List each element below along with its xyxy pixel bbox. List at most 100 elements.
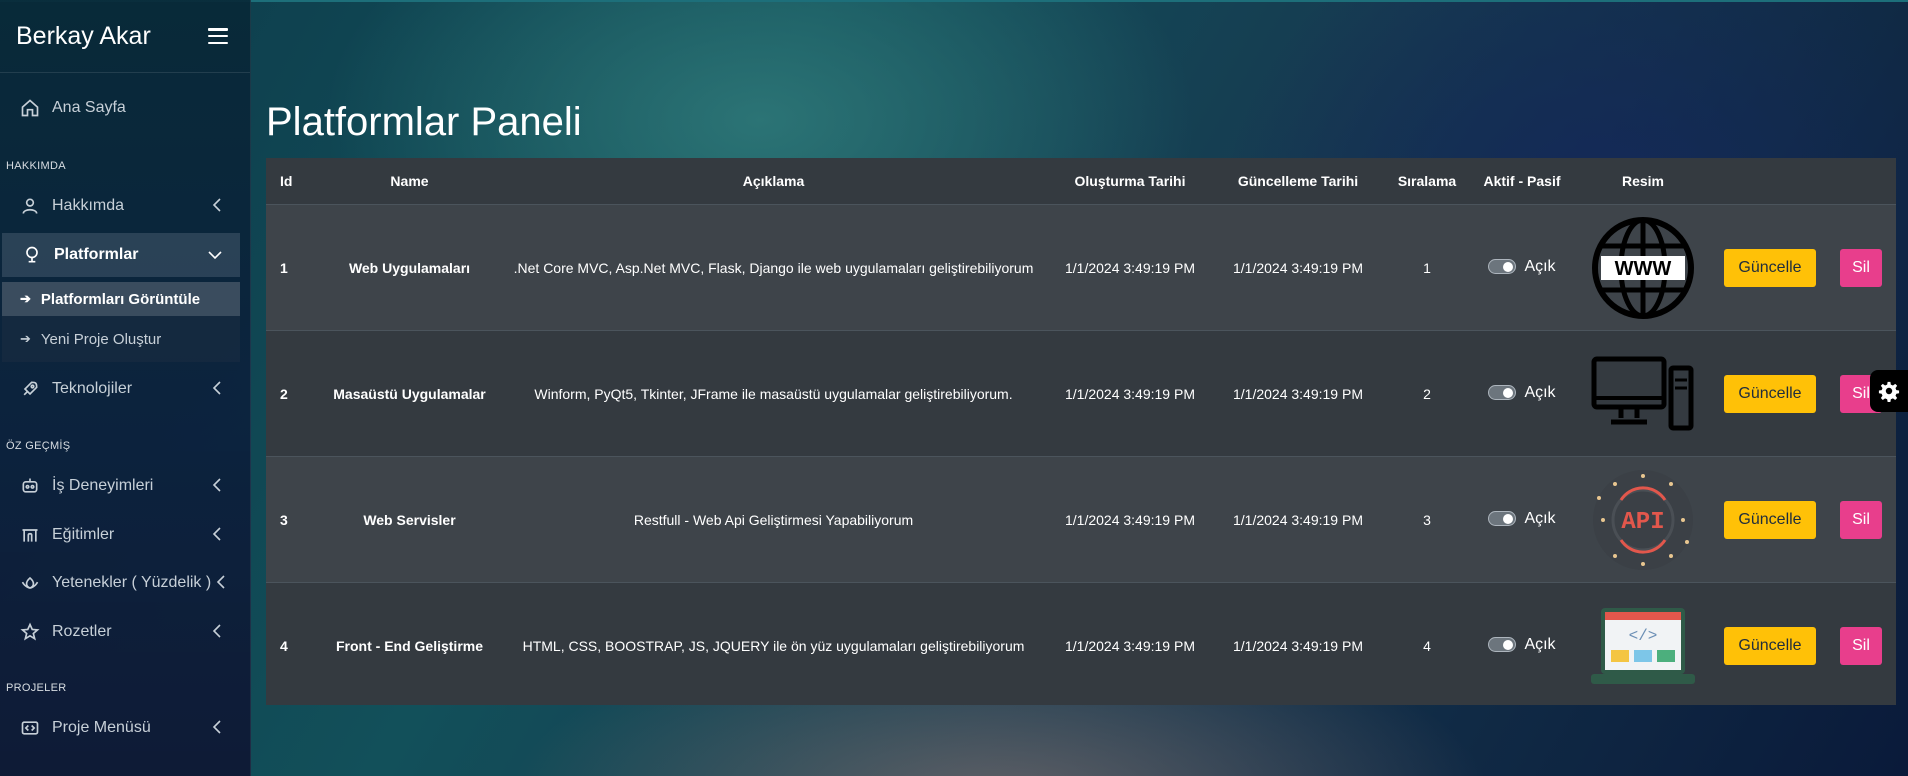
section-label-projeler: PROJELER: [6, 682, 67, 694]
platforms-table: Id Name Açıklama Oluşturma Tarihi Güncel…: [266, 158, 1896, 708]
submenu-platformlari-goruntule[interactable]: ➔ Platformları Görüntüle: [2, 282, 240, 316]
cell-created: 1/1/2024 3:49:19 PM: [1046, 456, 1214, 583]
chevron-left-icon: [212, 527, 222, 546]
column-header-resim: Resim: [1572, 158, 1714, 205]
chevron-left-icon: [212, 478, 222, 497]
sidebar-item-label: Teknolojiler: [52, 380, 133, 397]
table-row: 2 Masaüstü Uygulamalar Winform, PyQt5, T…: [266, 330, 1896, 457]
cell-update-action: Güncelle: [1714, 204, 1826, 331]
status-label: Açık: [1524, 509, 1556, 527]
status-toggle[interactable]: Açık: [1488, 509, 1556, 528]
cell-image: </>: [1572, 582, 1714, 708]
delete-button[interactable]: Sil: [1840, 500, 1882, 539]
column-header-aktif-pasif: Aktif - Pasif: [1472, 158, 1572, 205]
www-globe-icon: WWW: [1592, 216, 1694, 319]
laptop-code-icon: </>: [1591, 607, 1695, 684]
sidebar-item-label: Ana Sayfa: [52, 99, 126, 116]
cell-update-action: Güncelle: [1714, 330, 1826, 457]
status-label: Açık: [1524, 383, 1556, 401]
cell-order: 2: [1382, 330, 1472, 457]
section-label-oz-gecmis: ÖZ GEÇMİŞ: [6, 440, 71, 452]
table-header-row: Id Name Açıklama Oluşturma Tarihi Güncel…: [266, 158, 1896, 205]
status-toggle[interactable]: Açık: [1488, 257, 1556, 276]
submenu-yeni-proje-olustur[interactable]: ➔ Yeni Proje Oluştur: [2, 322, 240, 356]
update-button[interactable]: Güncelle: [1724, 500, 1816, 539]
toggle-track: [1488, 511, 1517, 527]
sidebar-item-ana-sayfa[interactable]: Ana Sayfa: [0, 86, 240, 130]
cell-delete-action: Sil: [1826, 582, 1896, 708]
sidebar-item-teknolojiler[interactable]: Teknolojiler: [0, 367, 240, 411]
cell-name: Web Uygulamaları: [318, 204, 501, 331]
column-header-id: Id: [266, 158, 318, 205]
cell-id: 1: [266, 204, 318, 331]
platforms-table-container: Id Name Açıklama Oluşturma Tarihi Güncel…: [266, 158, 1896, 708]
status-label: Açık: [1524, 257, 1556, 275]
chevron-left-icon: [212, 624, 222, 643]
cell-update-action: Güncelle: [1714, 582, 1826, 708]
submenu-label: Yeni Proje Oluştur: [40, 330, 162, 348]
cell-order: 3: [1382, 456, 1472, 583]
hamburger-menu-icon[interactable]: [208, 28, 228, 44]
sidebar-item-label: Eğitimler: [52, 526, 115, 543]
lotus-icon: [18, 571, 42, 595]
table-row: 3 Web Servisler Restfull - Web Api Geliş…: [266, 456, 1896, 583]
chevron-down-icon: [208, 247, 222, 265]
cell-description: HTML, CSS, BOOSTRAP, JS, JQUERY ile ön y…: [501, 582, 1046, 708]
table-row: 1 Web Uygulamaları .Net Core MVC, Asp.Ne…: [266, 204, 1896, 331]
status-toggle[interactable]: Açık: [1488, 635, 1556, 654]
cell-status: Açık: [1472, 204, 1572, 331]
cell-status: Açık: [1472, 582, 1572, 708]
page-title: Platformlar Paneli: [266, 100, 582, 144]
table-row: 4 Front - End Geliştirme HTML, CSS, BOOS…: [266, 582, 1896, 708]
column-header-name: Name: [318, 158, 501, 205]
sidebar-item-rozetler[interactable]: Rozetler: [0, 610, 240, 654]
chevron-left-icon: [216, 575, 226, 594]
sidebar-item-yetenekler[interactable]: Yetenekler ( Yüzdelik ): [0, 561, 240, 605]
platformlar-submenu: ➔ Platformları Görüntüle ➔ Yeni Proje Ol…: [2, 282, 240, 362]
sidebar-item-label: Platformlar: [54, 246, 139, 263]
cell-delete-action: Sil: [1826, 204, 1896, 331]
cell-update-action: Güncelle: [1714, 456, 1826, 583]
brand-name[interactable]: Berkay Akar: [16, 22, 151, 51]
sidebar-item-label: Proje Menüsü: [52, 719, 151, 736]
chevron-left-icon: [212, 381, 222, 400]
sidebar-item-hakkimda[interactable]: Hakkımda: [0, 184, 240, 228]
svg-text:WWW: WWW: [1615, 258, 1672, 280]
cell-order: 1: [1382, 204, 1472, 331]
chevron-left-icon: [212, 198, 222, 217]
chevron-left-icon: [212, 720, 222, 739]
top-accent-line: [0, 0, 1908, 2]
settings-gear-button[interactable]: [1870, 370, 1908, 412]
cell-image: [1572, 330, 1714, 457]
update-button[interactable]: Güncelle: [1724, 626, 1816, 665]
cell-name: Front - End Geliştirme: [318, 582, 501, 708]
cell-updated: 1/1/2024 3:49:19 PM: [1214, 330, 1382, 457]
sidebar-item-label: Hakkımda: [52, 197, 125, 214]
column-header-empty: [1826, 158, 1896, 205]
sidebar-item-platformlar[interactable]: Platformlar: [2, 233, 240, 277]
delete-button[interactable]: Sil: [1840, 248, 1882, 287]
cell-id: 3: [266, 456, 318, 583]
cell-id: 4: [266, 582, 318, 708]
delete-button[interactable]: Sil: [1840, 626, 1882, 665]
school-icon: [18, 523, 42, 547]
cell-description: Winform, PyQt5, Tkinter, JFrame ile masa…: [501, 330, 1046, 457]
arrow-right-icon: ➔: [20, 291, 31, 306]
cell-status: Açık: [1472, 456, 1572, 583]
update-button[interactable]: Güncelle: [1724, 374, 1816, 413]
update-button[interactable]: Güncelle: [1724, 248, 1816, 287]
status-toggle[interactable]: Açık: [1488, 383, 1556, 402]
cell-id: 2: [266, 330, 318, 457]
sidebar-item-egitimler[interactable]: Eğitimler: [0, 513, 240, 557]
arrow-right-icon: ➔: [20, 331, 31, 346]
home-icon: [18, 96, 42, 120]
cell-created: 1/1/2024 3:49:19 PM: [1046, 330, 1214, 457]
cell-updated: 1/1/2024 3:49:19 PM: [1214, 456, 1382, 583]
sidebar-item-proje-menusu[interactable]: Proje Menüsü: [0, 706, 240, 750]
cell-name: Web Servisler: [318, 456, 501, 583]
api-label: API: [1621, 509, 1664, 536]
star-icon: [18, 620, 42, 644]
sidebar-brand: Berkay Akar: [0, 0, 250, 73]
status-label: Açık: [1524, 635, 1556, 653]
sidebar-item-is-deneyimleri[interactable]: İş Deneyimleri: [0, 464, 240, 508]
